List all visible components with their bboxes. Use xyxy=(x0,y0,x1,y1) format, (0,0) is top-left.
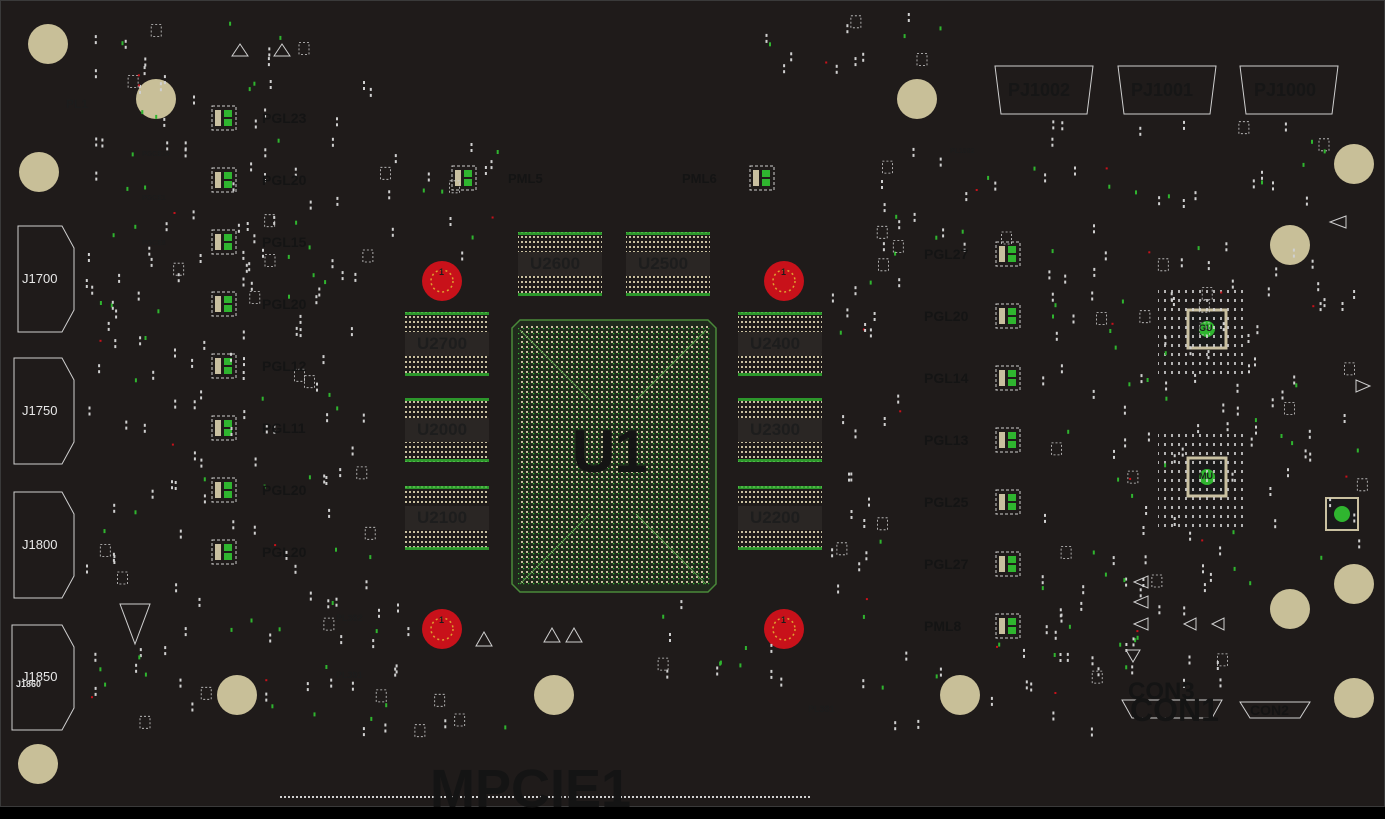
memory-chip-label: U2700 xyxy=(417,334,468,353)
memory-chip-label: U2500 xyxy=(638,254,689,273)
regulator-label: PGL25 xyxy=(924,494,969,510)
regulator-label: PGL23 xyxy=(262,110,307,126)
left-regulator[interactable] xyxy=(211,539,237,565)
fiducial-label: 1 xyxy=(781,267,787,277)
mounting-hole xyxy=(1334,564,1374,604)
regulator-label: PGL13 xyxy=(924,432,969,448)
pl381-label: PL381 xyxy=(808,704,835,714)
edge-connectors xyxy=(11,225,75,731)
mounting-hole xyxy=(940,675,980,715)
pj1001-label: PJ1001 xyxy=(1131,80,1194,100)
mounting-hole xyxy=(1334,678,1374,718)
gu-label: GU xyxy=(1199,323,1213,333)
left-regulator[interactable] xyxy=(211,105,237,131)
left-regulator[interactable] xyxy=(211,229,237,255)
pl382-label: PL382 xyxy=(336,613,363,623)
regulator-label: PGL20 xyxy=(262,544,307,560)
pml6-label: PML6 xyxy=(682,171,717,186)
memory-chip-label: U2100 xyxy=(417,508,468,527)
right-regulator[interactable] xyxy=(995,365,1021,391)
fiducial-label: 1 xyxy=(439,615,445,625)
mounting-hole xyxy=(28,24,68,64)
fiducial-label: 1 xyxy=(439,267,445,277)
con3-label: CON3 xyxy=(1128,678,1195,705)
pj1002-label: PJ1002 xyxy=(1008,80,1071,100)
pgce-label: PGCE8 xyxy=(142,240,166,247)
memory-chip-label: U2300 xyxy=(750,420,801,439)
right-regulator[interactable] xyxy=(995,303,1021,329)
left-regulator[interactable] xyxy=(211,167,237,193)
mounting-hole xyxy=(18,744,58,784)
mounting-hole xyxy=(897,79,937,119)
con2-label: CON2 xyxy=(1250,702,1289,718)
j1750-label: J1750 xyxy=(22,403,58,418)
mu-label: MU xyxy=(1199,471,1213,481)
right-regulator[interactable] xyxy=(995,241,1021,267)
memory-chip-label: U2200 xyxy=(750,508,801,527)
regulator-label: PGL12 xyxy=(262,358,307,374)
right-regulator[interactable] xyxy=(995,551,1021,577)
pcb-board[interactable]: U1 MPCIE1 CON1 CON3 CON2 PJ1002 PJ1001 P… xyxy=(0,0,1385,816)
j1700-label: J1700 xyxy=(22,271,58,286)
regulator-label: PGL14 xyxy=(924,370,969,386)
regulator-label: PGL15 xyxy=(262,234,307,250)
j1800-label: J1800 xyxy=(22,537,58,552)
right-regulator[interactable] xyxy=(995,489,1021,515)
memory-chip-label: U2000 xyxy=(417,420,468,439)
regulator-label: PGL20 xyxy=(262,296,307,312)
pml5-footprint[interactable] xyxy=(451,165,477,191)
regulator-label: PML8 xyxy=(924,618,962,634)
u1-chip-label: U1 xyxy=(572,418,648,485)
pgce-label: PGCE14 xyxy=(142,151,170,158)
mounting-hole xyxy=(1270,589,1310,629)
left-regulator[interactable] xyxy=(211,291,237,317)
pl1-label: PL1 xyxy=(66,97,89,111)
fiducial-label: 1 xyxy=(781,615,787,625)
regulator-label: PGL11 xyxy=(262,420,306,436)
mpcie1-label: MPCIE1 xyxy=(430,759,632,819)
regulator-label: PGL20 xyxy=(262,482,307,498)
pl1002-label: PL1002 xyxy=(950,148,975,155)
mounting-hole xyxy=(217,675,257,715)
left-regulator[interactable] xyxy=(211,353,237,379)
mounting-hole xyxy=(1334,144,1374,184)
right-regulator[interactable] xyxy=(995,427,1021,453)
mounting-hole xyxy=(1270,225,1310,265)
regulator-label: PGL20 xyxy=(262,172,307,188)
mounting-hole xyxy=(19,152,59,192)
pj1000-label: PJ1000 xyxy=(1254,80,1317,100)
memory-chip-label: U2400 xyxy=(750,334,801,353)
pml6-footprint[interactable] xyxy=(749,165,775,191)
regulator-label: PGL20 xyxy=(924,308,969,324)
memory-chip-label: U2600 xyxy=(530,254,581,273)
pl391-label: PL391 xyxy=(336,670,363,680)
left-regulator[interactable] xyxy=(211,477,237,503)
right-regulator[interactable] xyxy=(995,613,1021,639)
regulator-label: PGL27 xyxy=(924,556,969,572)
regulator-label: PGL27 xyxy=(924,246,969,262)
pgce-label: PGCE1 xyxy=(142,195,166,202)
mounting-hole xyxy=(534,675,574,715)
j1860-label: J1860 xyxy=(16,679,42,689)
pml5-label: PML5 xyxy=(508,171,543,186)
